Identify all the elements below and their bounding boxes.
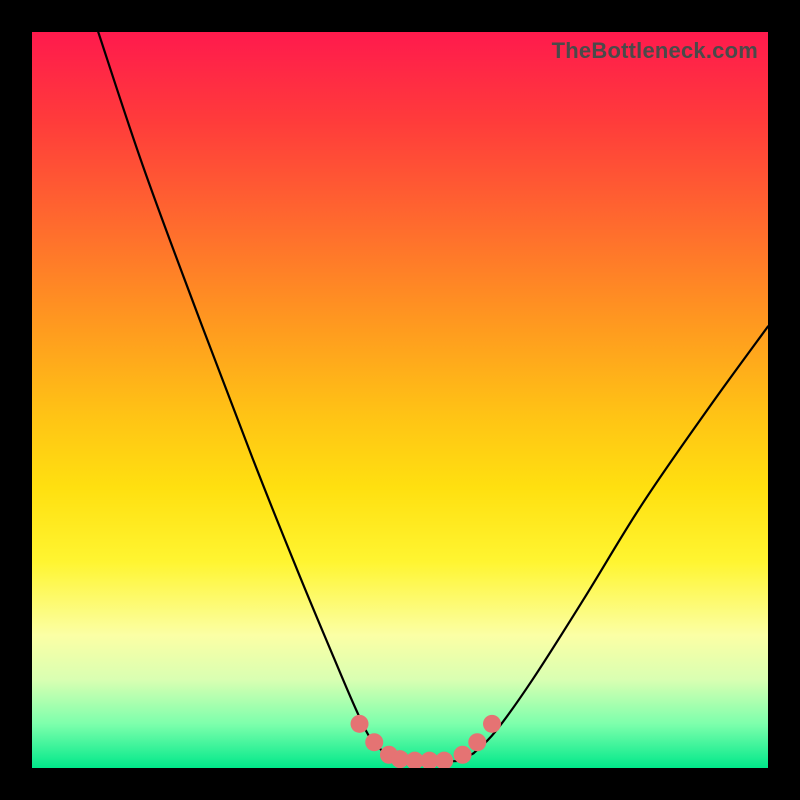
valley-markers [351,715,501,768]
plot-area: TheBottleneck.com [32,32,768,768]
marker-dot [454,746,472,764]
curve-right [474,326,768,753]
marker-dot [468,733,486,751]
chart-frame: TheBottleneck.com [0,0,800,800]
marker-dot [365,733,383,751]
marker-dot [435,752,453,768]
marker-dot [351,715,369,733]
curve-lines [98,32,768,761]
curve-left [98,32,385,753]
marker-dot [483,715,501,733]
curve-svg [32,32,768,768]
